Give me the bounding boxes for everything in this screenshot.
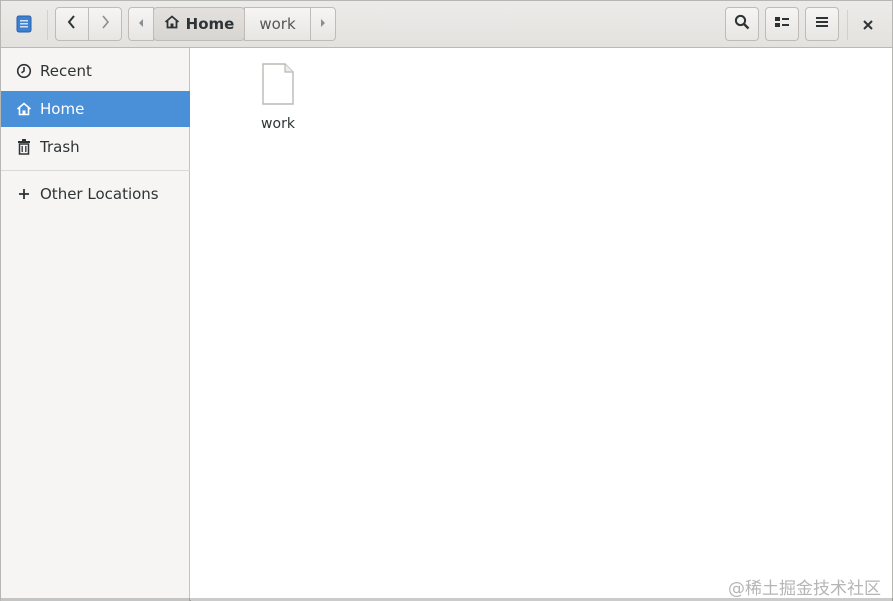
watermark: @稀土掘金技术社区 <box>728 579 881 599</box>
home-icon <box>15 100 33 118</box>
view-toggle-button[interactable] <box>765 7 799 41</box>
back-button[interactable] <box>55 7 89 41</box>
plus-icon <box>15 185 33 203</box>
navigation-buttons <box>55 7 122 41</box>
sidebar-item-label: Recent <box>40 62 92 80</box>
search-icon <box>734 14 750 34</box>
sidebar-item-label: Home <box>40 100 85 118</box>
document-icon <box>261 62 295 110</box>
sidebar-separator <box>1 170 190 171</box>
menu-button[interactable] <box>805 7 839 41</box>
forward-button[interactable] <box>88 7 122 41</box>
sidebar-item-trash[interactable]: Trash <box>1 129 190 165</box>
header-bar: Home work <box>1 1 892 48</box>
chevron-left-icon <box>67 15 77 33</box>
file-view: work <box>191 48 892 601</box>
path-scroll-left-button[interactable] <box>128 7 154 41</box>
search-button[interactable] <box>725 7 759 41</box>
sidebar-item-home[interactable]: Home <box>1 91 190 127</box>
path-home-button[interactable]: Home <box>153 7 245 41</box>
sidebar-item-other-locations[interactable]: Other Locations <box>1 176 190 212</box>
close-icon <box>863 16 873 34</box>
arrow-left-icon <box>137 16 145 32</box>
path-current-label: work <box>259 15 296 33</box>
hamburger-menu-icon <box>816 16 828 32</box>
sidebar-item-label: Trash <box>40 138 80 156</box>
path-bar: Home work <box>128 7 337 41</box>
sidebar: Recent Home Trash Other Locations <box>1 48 190 601</box>
file-manager-window: Home work Recent Home Trash Other Locati… <box>0 0 893 601</box>
sidebar-item-recent[interactable]: Recent <box>1 53 190 89</box>
path-scroll-right-button[interactable] <box>310 7 336 41</box>
header-separator <box>847 10 848 40</box>
file-name: work <box>261 116 295 132</box>
recent-icon <box>15 62 33 80</box>
path-current-button[interactable]: work <box>244 7 311 41</box>
path-home-label: Home <box>185 15 235 33</box>
close-window-button[interactable] <box>856 13 880 37</box>
chevron-right-icon <box>100 15 110 33</box>
list-view-icon <box>775 16 789 32</box>
files-app-icon <box>13 13 35 35</box>
arrow-right-icon <box>319 16 327 32</box>
home-icon <box>164 15 180 33</box>
header-separator <box>47 10 48 40</box>
trash-icon <box>15 138 33 156</box>
file-item[interactable]: work <box>247 62 309 132</box>
sidebar-item-label: Other Locations <box>40 185 159 203</box>
